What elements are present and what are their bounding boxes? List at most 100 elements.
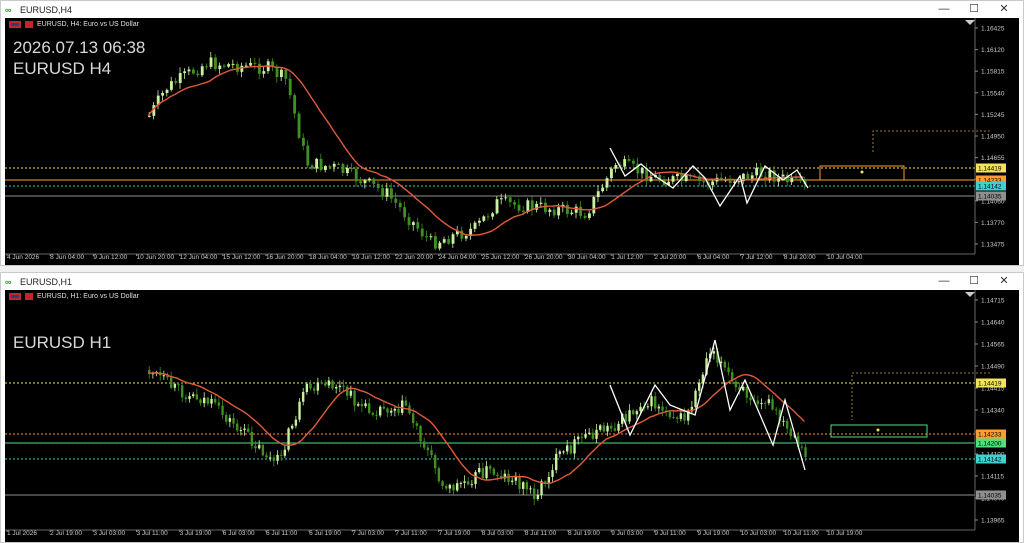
candle-body — [804, 447, 807, 457]
time-tick-label: 8 Jul 20:00 — [784, 254, 816, 261]
candle-body — [353, 390, 356, 406]
candle-body — [551, 470, 554, 477]
one-click-trading-icon[interactable] — [25, 293, 33, 300]
candle-body — [337, 163, 341, 165]
maximize-button[interactable]: ☐ — [959, 1, 989, 18]
price-tick-label: 1.14565 — [981, 342, 1005, 349]
price-tick-label: 1.13965 — [981, 518, 1005, 525]
window-titlebar[interactable]: ∞ EURUSD,H4 — ☐ ✕ — [1, 1, 1023, 18]
chart-window-h1[interactable]: ∞ EURUSD,H1 — ☐ ✕ EURUSD, H1: Euro vs US… — [0, 272, 1024, 543]
price-chart-h4[interactable]: EURUSD, H4: Euro vs US Dollar 2026.07.13… — [5, 18, 1019, 265]
price-chart-h1[interactable]: EURUSD, H1: Euro vs US Dollar EURUSD H1 … — [5, 290, 1019, 542]
time-tick-label: 10 Jul 04:00 — [827, 254, 863, 261]
price-label-text: 1.14419 — [978, 166, 1002, 173]
candle-body — [671, 176, 675, 182]
minimize-button[interactable]: — — [929, 1, 959, 18]
time-tick-label: 26 Jun 20:00 — [525, 254, 563, 261]
time-tick-label: 1 Jul 2026 — [7, 530, 37, 537]
maximize-button[interactable]: ☐ — [959, 273, 989, 290]
candle-body — [188, 396, 191, 400]
price-tick-label: 1.16425 — [981, 26, 1005, 33]
candle-body — [599, 425, 602, 430]
chart-window-h4[interactable]: ∞ EURUSD,H4 — ☐ ✕ EURUSD, H4: Euro vs US… — [0, 0, 1024, 266]
time-tick-label: 3 Jul 11:00 — [136, 530, 168, 537]
candle-body — [496, 474, 499, 476]
one-click-trading-icon[interactable] — [25, 21, 33, 28]
time-tick-label: 7 Jul 11:00 — [395, 530, 427, 537]
candle-body — [504, 197, 508, 199]
candle-body — [174, 81, 178, 83]
candle-body — [161, 93, 165, 96]
candle-body — [324, 166, 327, 171]
candle-body — [602, 425, 606, 432]
candle-body — [613, 428, 617, 431]
candle-body — [195, 394, 199, 400]
candle-body — [404, 400, 408, 406]
time-tick-label: 6 Jul 19:00 — [309, 530, 341, 537]
candle-body — [363, 180, 367, 184]
close-button[interactable]: ✕ — [989, 273, 1019, 290]
candle-body — [595, 429, 598, 439]
candle-body — [742, 387, 745, 391]
candle-body — [247, 428, 250, 432]
chart-canvas[interactable]: 1.16425 1.16120 1.15815 1.15540 1.15245 1.149… — [5, 18, 1019, 265]
price-label-text: 1.14035 — [978, 194, 1002, 201]
candle-body — [557, 207, 561, 216]
candle-body — [579, 206, 583, 216]
candle-body — [240, 65, 244, 72]
candle-body — [610, 425, 613, 429]
candle-body — [228, 418, 232, 422]
chart-symbol-description: EURUSD, H4: Euro vs US Dollar — [37, 21, 139, 28]
close-button[interactable]: ✕ — [989, 1, 1019, 18]
candle-body — [749, 397, 752, 401]
candle-body — [438, 242, 442, 249]
candle-body — [227, 64, 231, 67]
candle-body — [539, 202, 543, 204]
time-tick-label: 8 Jul 19:00 — [568, 530, 600, 537]
candle-body — [381, 188, 385, 197]
candle-body — [305, 383, 309, 393]
candle-body — [577, 436, 580, 440]
candle-body — [199, 399, 202, 404]
candle-body — [222, 65, 226, 67]
price-tick-label: 1.15815 — [981, 69, 1005, 76]
candle-body — [562, 451, 565, 453]
candle-body — [775, 409, 778, 411]
candle-body — [360, 404, 364, 407]
price-tick-label: 1.13475 — [981, 242, 1005, 249]
candle-body — [533, 488, 536, 500]
window-title: EURUSD,H4 — [20, 4, 73, 15]
projection-zone-outline — [851, 372, 990, 420]
candle-body — [265, 455, 268, 458]
candle-body — [452, 484, 455, 491]
candle-body — [324, 383, 327, 386]
window-titlebar[interactable]: ∞ EURUSD,H1 — ☐ ✕ — [1, 273, 1023, 290]
candle-body — [727, 367, 730, 373]
candle-body — [601, 187, 605, 192]
candle-body — [412, 222, 415, 225]
minimize-button[interactable]: — — [929, 273, 959, 290]
candle-body — [755, 167, 759, 176]
candle-body — [478, 220, 481, 223]
candle-body — [302, 392, 305, 402]
time-tick-label: 7 Jul 03:00 — [352, 530, 384, 537]
candle-body — [789, 428, 793, 437]
time-tick-label: 9 Jul 03:00 — [611, 530, 643, 537]
candle-body — [702, 181, 706, 183]
time-tick-label: 10 Jul 03:00 — [741, 530, 777, 537]
candle-body — [425, 236, 429, 238]
candle-body — [231, 63, 235, 65]
candle-body — [170, 81, 173, 90]
candle-body — [250, 431, 254, 446]
candle-body — [430, 450, 433, 456]
candle-body — [544, 481, 547, 483]
candle-body — [254, 445, 257, 449]
candle-body — [570, 212, 574, 215]
chart-canvas[interactable]: 1.147151.146401.145651.144901.144151.143… — [5, 290, 1019, 542]
candle-body — [569, 445, 573, 454]
candle-body — [293, 95, 297, 114]
candle-body — [394, 198, 398, 203]
time-tick-label: 2 Jul 20:00 — [654, 254, 686, 261]
candle-body — [379, 406, 382, 416]
candle-body — [507, 473, 510, 482]
